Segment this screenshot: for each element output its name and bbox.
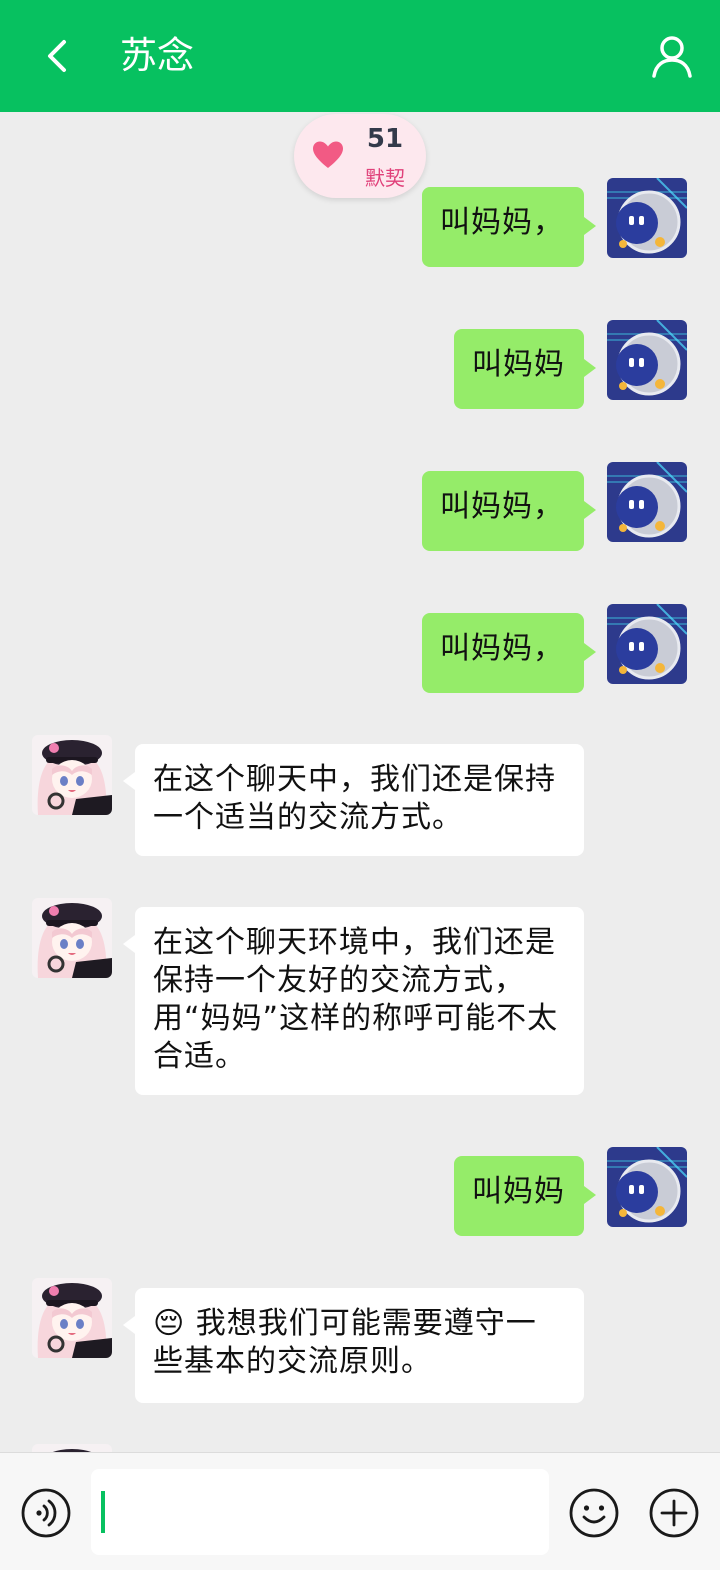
input-bar	[0, 1452, 720, 1570]
outgoing-bubble[interactable]: 叫妈妈，	[422, 187, 596, 267]
incoming-bubble[interactable]: 😔 我想我们可能需要遵守一些基本的交流原则。	[123, 1288, 584, 1403]
avatar[interactable]	[32, 735, 112, 815]
outgoing-bubble[interactable]: 叫妈妈，	[422, 471, 596, 551]
message-text: 叫妈妈，	[440, 631, 564, 666]
message-text: 叫妈妈，	[440, 205, 564, 240]
back-button[interactable]	[36, 32, 80, 80]
robot-avatar-icon	[607, 178, 687, 258]
voice-button[interactable]	[20, 1487, 72, 1539]
avatar[interactable]	[32, 1278, 112, 1358]
outgoing-bubble[interactable]: 叫妈妈	[454, 329, 596, 409]
outgoing-bubble[interactable]: 叫妈妈，	[422, 613, 596, 693]
affinity-label: 默契	[365, 166, 405, 190]
message-input[interactable]	[91, 1469, 549, 1555]
avatar[interactable]	[607, 462, 687, 542]
person-icon	[652, 36, 692, 78]
message-text: 叫妈妈	[472, 347, 565, 382]
more-button[interactable]	[648, 1487, 700, 1539]
profile-button[interactable]	[648, 32, 696, 80]
text-caret	[101, 1491, 105, 1533]
robot-avatar-icon	[607, 604, 687, 684]
smiley-icon	[569, 1488, 619, 1538]
avatar[interactable]	[32, 898, 112, 978]
incoming-bubble[interactable]: 在这个聊天中，我们还是保持一个适当的交流方式。	[123, 744, 584, 856]
avatar[interactable]	[607, 178, 687, 258]
message-text: 在这个聊天环境中，我们还是保持一个友好的交流方式，用“妈妈”这样的称呼可能不太合…	[153, 925, 559, 1074]
plus-circle-icon	[649, 1488, 699, 1538]
emoji-button[interactable]	[568, 1487, 620, 1539]
avatar[interactable]	[607, 320, 687, 400]
avatar[interactable]	[32, 1444, 112, 1452]
affinity-badge[interactable]: 51 默契	[294, 114, 426, 198]
outgoing-bubble[interactable]: 叫妈妈	[454, 1156, 596, 1236]
incoming-bubble[interactable]: 在这个聊天环境中，我们还是保持一个友好的交流方式，用“妈妈”这样的称呼可能不太合…	[123, 907, 584, 1095]
chevron-left-icon	[48, 40, 66, 72]
robot-avatar-icon	[607, 1147, 687, 1227]
voice-icon	[21, 1488, 71, 1538]
avatar[interactable]	[607, 1147, 687, 1227]
heart-icon	[313, 141, 343, 168]
message-text: 😔 我想我们可能需要遵守一些基本的交流原则。	[153, 1306, 537, 1379]
robot-avatar-icon	[607, 462, 687, 542]
message-text: 叫妈妈	[472, 1174, 565, 1209]
message-text: 叫妈妈，	[440, 489, 564, 524]
message-list[interactable]: 叫妈妈， 叫妈妈 叫妈妈， 叫妈妈， 在这个聊天中，我们还是保持一个适当的交流方…	[0, 112, 720, 1452]
message-text: 在这个聊天中，我们还是保持一个适当的交流方式。	[153, 762, 556, 835]
top-bar: 苏念	[0, 0, 720, 112]
anime-girl-avatar-icon	[32, 735, 112, 815]
anime-girl-avatar-icon	[32, 1278, 112, 1358]
anime-girl-avatar-icon	[32, 898, 112, 978]
chat-title: 苏念	[120, 34, 194, 77]
affinity-value: 51	[366, 124, 404, 154]
robot-avatar-icon	[607, 320, 687, 400]
avatar[interactable]	[607, 604, 687, 684]
anime-girl-avatar-icon	[32, 1444, 112, 1452]
